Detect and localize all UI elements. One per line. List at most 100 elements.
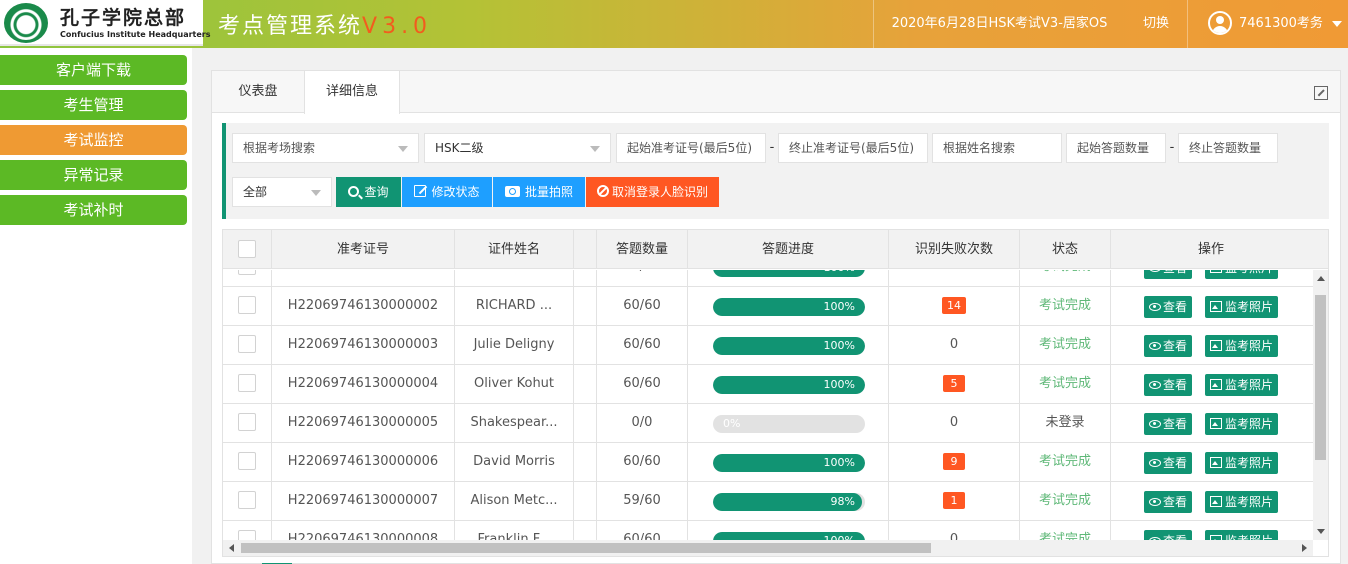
logo[interactable]: 孔子学院总部 Confucius Institute Headquarters: [0, 0, 211, 46]
proctor-photo-button[interactable]: 监考照片: [1205, 374, 1279, 396]
candidate-name: Alison Metc...: [455, 482, 574, 520]
image-icon: [1210, 496, 1222, 507]
view-button[interactable]: 查看: [1144, 530, 1193, 540]
status-select[interactable]: 全部: [232, 177, 332, 207]
start-ticket-input[interactable]: 起始准考证号(最后5位): [616, 133, 766, 163]
user-menu[interactable]: 7461300考务: [1187, 0, 1348, 48]
proctor-photo-button[interactable]: 监考照片: [1205, 530, 1279, 540]
batch-photo-button[interactable]: 批量拍照: [493, 177, 585, 207]
current-exam-label: 2020年6月28日HSK考试V3-居家OS: [873, 0, 1125, 48]
eye-icon: [1149, 458, 1161, 467]
tab-details[interactable]: 详细信息: [304, 71, 400, 114]
row-checkbox[interactable]: [238, 413, 256, 431]
column-operations: 操作: [1197, 242, 1224, 257]
hidden-cell: [574, 521, 597, 540]
column-answer-count[interactable]: 答题数量: [597, 230, 688, 269]
candidate-name: RICHARD ...: [455, 287, 574, 325]
row-checkbox[interactable]: [238, 270, 256, 275]
row-checkbox[interactable]: [238, 296, 256, 314]
progress-bar: 100%: [713, 532, 865, 540]
end-count-input[interactable]: 终止答题数量: [1178, 133, 1278, 163]
tab-dashboard[interactable]: 仪表盘: [212, 71, 304, 113]
view-button[interactable]: 查看: [1144, 452, 1193, 474]
filter-bar: 根据考场搜索 HSK二级 起始准考证号(最后5位) - 终止准考证号(最后5位)…: [222, 123, 1329, 219]
ban-icon: [596, 185, 609, 197]
progress-cell: 100%: [688, 365, 889, 403]
column-progress[interactable]: 答题进度: [688, 230, 889, 269]
proctor-photo-button[interactable]: 监考照片: [1205, 452, 1279, 474]
fullscreen-icon[interactable]: [1314, 86, 1328, 100]
table-row[interactable]: H22069746130000001Rosamund ... 60/60 100% 0…: [223, 270, 1313, 287]
sidebar-item-client-download[interactable]: 客户端下载: [0, 55, 187, 85]
column-status[interactable]: 状态: [1020, 230, 1111, 269]
sidebar-item-extra-time[interactable]: 考试补时: [0, 195, 187, 225]
end-ticket-input[interactable]: 终止准考证号(最后5位): [778, 133, 928, 163]
scroll-left-icon[interactable]: [229, 544, 234, 552]
status-cell: 考试完成: [1020, 482, 1111, 520]
column-fail-count[interactable]: 识别失败次数: [889, 230, 1020, 269]
hidden-cell: [574, 270, 597, 286]
switch-exam-link[interactable]: 切换: [1126, 0, 1186, 48]
table-row[interactable]: H22069746130000007 Alison Metc... 59/60 98%…: [223, 482, 1313, 521]
scroll-down-icon[interactable]: [1317, 529, 1325, 534]
table-row[interactable]: H22069746130000004 Oliver Kohut 60/60 100% 5…: [223, 365, 1313, 404]
view-button[interactable]: 查看: [1144, 270, 1193, 279]
start-count-input[interactable]: 起始答题数量: [1066, 133, 1166, 163]
row-select-cell: [223, 365, 272, 403]
scroll-up-icon[interactable]: [1317, 276, 1325, 281]
row-checkbox[interactable]: [238, 491, 256, 509]
table-row[interactable]: H22069746130000005 Shakespear... 0/0 0% 0 未登录…: [223, 404, 1313, 443]
table-row[interactable]: H22069746130000003 Julie Deligny 60/60 100%…: [223, 326, 1313, 365]
view-button[interactable]: 查看: [1144, 296, 1193, 318]
table-row[interactable]: H22069746130000002 RICHARD ... 60/60 100% 14…: [223, 287, 1313, 326]
fail-count-cell: 1: [889, 482, 1020, 520]
hidden-cell: [574, 365, 597, 403]
table-row[interactable]: H22069746130000008Franklin F... 60/60 100%…: [223, 521, 1313, 540]
query-button[interactable]: 查询: [336, 177, 401, 207]
vertical-scrollbar[interactable]: [1313, 270, 1328, 540]
table-row[interactable]: H22069746130000006 David Morris 60/60 100% 9…: [223, 443, 1313, 482]
row-checkbox[interactable]: [238, 374, 256, 392]
proctor-photo-button[interactable]: 监考照片: [1205, 270, 1279, 279]
search-icon: [348, 185, 360, 197]
scroll-thumb[interactable]: [241, 543, 931, 553]
row-select-cell: [223, 482, 272, 520]
proctor-photo-button[interactable]: 监考照片: [1205, 413, 1279, 435]
view-button[interactable]: 查看: [1144, 335, 1193, 357]
sidebar-item-candidate-management[interactable]: 考生管理: [0, 90, 187, 120]
select-all-checkbox[interactable]: [238, 240, 256, 258]
view-button[interactable]: 查看: [1144, 413, 1193, 435]
change-status-button[interactable]: 修改状态: [402, 177, 492, 207]
proctor-photo-button[interactable]: 监考照片: [1205, 296, 1279, 318]
row-select-cell: [223, 404, 272, 442]
table-body[interactable]: H22069746130000001Rosamund ...60/60100%0…: [223, 270, 1313, 540]
progress-cell: 100%: [688, 287, 889, 325]
proctor-photo-button[interactable]: 监考照片: [1205, 335, 1279, 357]
row-checkbox[interactable]: [238, 530, 256, 540]
column-ticket-no[interactable]: 准考证号: [272, 230, 455, 269]
scroll-thumb[interactable]: [1315, 295, 1326, 460]
sidebar-item-exception-records[interactable]: 异常记录: [0, 160, 187, 190]
fail-count-badge: 1: [943, 492, 965, 509]
row-checkbox[interactable]: [238, 335, 256, 353]
room-search-select[interactable]: 根据考场搜索: [232, 133, 419, 163]
proctor-photo-button[interactable]: 监考照片: [1205, 491, 1279, 513]
progress-bar: 100%: [713, 270, 865, 277]
view-button[interactable]: 查看: [1144, 491, 1193, 513]
progress-cell: 100%: [688, 270, 889, 286]
level-select[interactable]: HSK二级: [424, 133, 611, 163]
fail-count: 0: [949, 532, 959, 540]
column-name[interactable]: 证件姓名: [455, 230, 574, 269]
fail-count-cell: 5: [889, 365, 1020, 403]
edit-icon: [414, 185, 427, 197]
hidden-cell: [574, 287, 597, 325]
row-checkbox[interactable]: [238, 452, 256, 470]
horizontal-scrollbar[interactable]: [223, 540, 1313, 556]
scroll-right-icon[interactable]: [1302, 544, 1307, 552]
confucius-logo-icon: [4, 3, 48, 43]
view-button[interactable]: 查看: [1144, 374, 1193, 396]
cancel-face-recognition-button[interactable]: 取消登录人脸识别: [586, 177, 719, 207]
name-search-input[interactable]: 根据姓名搜索: [932, 133, 1062, 163]
sidebar-item-exam-monitoring[interactable]: 考试监控: [0, 125, 187, 155]
status-cell: 考试完成: [1020, 270, 1111, 286]
